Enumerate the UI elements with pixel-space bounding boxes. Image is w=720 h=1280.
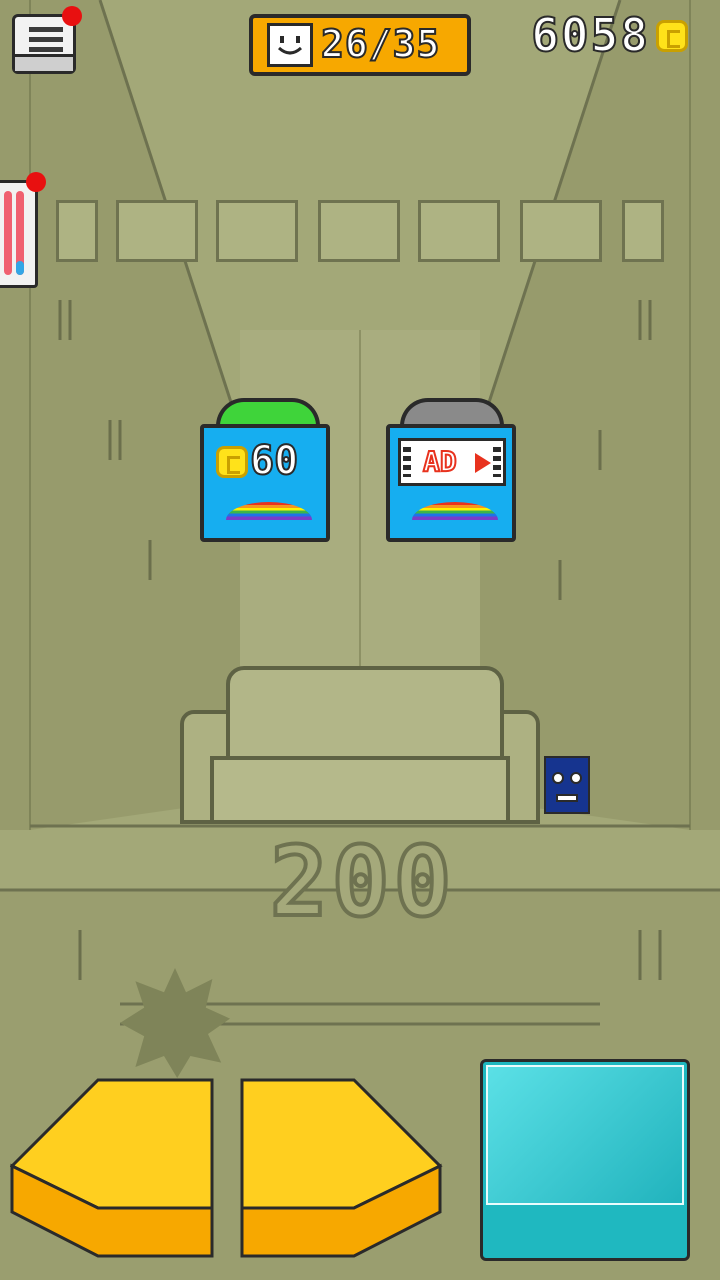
- jump-button-icon: [486, 1065, 684, 1205]
- rainbow-trail-icon: [412, 502, 498, 520]
- ad-offer-card[interactable]: AD: [386, 424, 516, 542]
- window: [216, 200, 298, 262]
- player-character: [544, 756, 590, 814]
- energy-gauge-icon[interactable]: [0, 180, 38, 288]
- offer-cap-green: [216, 398, 320, 426]
- face-block-icon: [267, 23, 313, 67]
- sofa-platform: [180, 666, 540, 824]
- coin-balance: 6058: [530, 7, 650, 63]
- window: [116, 200, 198, 262]
- offer-price: 60: [249, 437, 299, 485]
- window: [318, 200, 400, 262]
- game-scene: 200 60 AD 26/35 6058: [0, 0, 720, 1280]
- coin-icon: [656, 20, 688, 52]
- coin-offer-card[interactable]: 60: [200, 424, 330, 542]
- notification-dot: [62, 6, 82, 26]
- rainbow-trail-icon: [226, 502, 312, 520]
- menu-list-icon: [29, 27, 63, 32]
- left-arrow-button[interactable]: [10, 1076, 216, 1260]
- notification-dot: [26, 172, 46, 192]
- coin-icon: [216, 446, 248, 478]
- collection-progress[interactable]: 26/35: [249, 14, 471, 76]
- ad-label: AD: [422, 444, 458, 479]
- window: [622, 200, 664, 262]
- video-ad-icon: AD: [398, 438, 506, 486]
- floor-number: 200: [268, 824, 456, 940]
- window: [56, 200, 98, 262]
- progress-count: 26/35: [320, 21, 441, 67]
- window: [520, 200, 602, 262]
- jump-button[interactable]: [480, 1059, 690, 1261]
- right-arrow-button[interactable]: [238, 1076, 444, 1260]
- offer-cap-gray: [400, 398, 504, 426]
- window: [418, 200, 500, 262]
